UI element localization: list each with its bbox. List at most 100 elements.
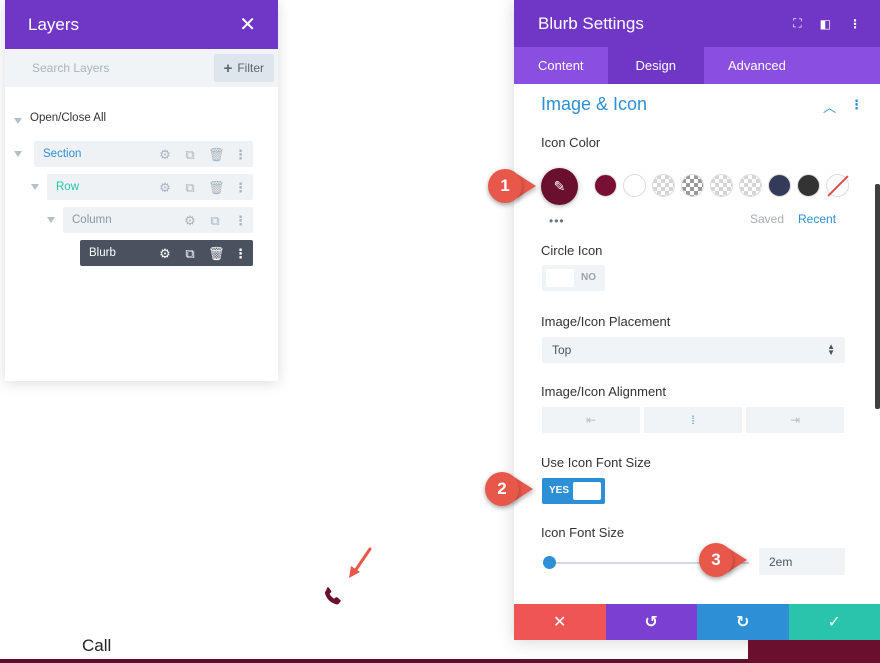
callout-1: 1 [488,169,536,203]
duplicate-icon[interactable]: ⧉ [183,247,197,260]
tab-advanced[interactable]: Advanced [704,47,810,84]
corner-block [748,640,880,663]
duplicate-icon[interactable]: ⧉ [183,148,197,161]
circle-icon-label: Circle Icon [541,243,603,258]
trash-icon[interactable]: 🗑 [208,181,225,194]
select-arrows-icon: ▲ ▼ [827,342,835,357]
use-font-size-toggle[interactable]: YES [542,478,605,504]
fullscreen-icon[interactable]: ⛶ [793,16,801,31]
tab-content[interactable]: Content [514,47,608,84]
save-button[interactable]: ✓ [788,604,880,640]
settings-title: Blurb Settings [538,13,644,33]
placement-label: Image/Icon Placement [541,314,671,329]
eyedropper-icon: ✎ [553,178,566,194]
settings-footer: ✕ ↺ ↻ ✓ [514,604,880,640]
more-icon[interactable]: ⋮ [850,97,863,116]
swatch-transparent[interactable] [739,174,762,197]
gear-icon[interactable]: ⚙ [158,148,172,161]
filter-button[interactable]: + Filter [213,54,274,82]
align-center-button[interactable]: ⁞ [644,407,742,433]
slider-handle[interactable] [543,556,556,569]
layer-label: Section [43,148,82,160]
caret-down-icon[interactable] [14,151,22,157]
gear-icon[interactable]: ⚙ [158,247,172,260]
trash-icon[interactable]: 🗑 [208,148,225,161]
color-picker-button[interactable]: ✎ [541,168,578,205]
toggle-knob [573,482,601,500]
layer-section[interactable]: Section ⚙ ⧉ 🗑 ⋮ [34,141,253,167]
gear-icon[interactable]: ⚙ [183,214,197,227]
swatch-black[interactable] [797,174,820,197]
more-icon[interactable]: ⋮ [233,148,247,161]
redo-button[interactable]: ↻ [697,604,789,640]
settings-tabs: Content Design Advanced [514,47,880,84]
swatch-none[interactable] [826,174,849,197]
filter-label: Filter [237,61,264,75]
callout-3: 3 [699,543,747,577]
sidebar-icon[interactable]: ◧ [820,17,831,31]
chevron-up-icon[interactable]: ︿ [823,97,836,116]
callout-number: 2 [485,472,519,506]
alignment-buttons: ⇤ ⁞ ⇥ [542,407,844,433]
swatch-transparent-dark[interactable] [681,174,704,197]
layer-column[interactable]: Column ⚙ ⧉ ⋮ [63,207,253,233]
swatch-maroon[interactable] [594,174,617,197]
layers-header: Layers ✕ [5,0,278,49]
swatch-transparent[interactable] [710,174,733,197]
align-right-button[interactable]: ⇥ [746,407,844,433]
toggle-state: YES [549,485,570,496]
swatch-white[interactable] [623,174,646,197]
align-left-button[interactable]: ⇤ [542,407,640,433]
callout-number: 1 [488,169,522,203]
font-size-input[interactable]: 2em [759,548,845,575]
caret-down-icon[interactable] [31,184,39,190]
layer-label: Row [56,181,80,193]
more-colors-icon[interactable]: ••• [549,214,565,228]
search-input[interactable]: Search Layers [32,61,109,75]
plus-icon: + [223,59,233,77]
alignment-label: Image/Icon Alignment [541,384,667,399]
duplicate-icon[interactable]: ⧉ [183,181,197,194]
toggle-knob [546,269,574,287]
more-icon[interactable]: ⋮ [233,247,247,260]
circle-icon-toggle[interactable]: NO [542,265,605,291]
swatch-transparent[interactable] [652,174,675,197]
section-title[interactable]: Image & Icon [541,94,647,115]
callout-2: 2 [485,472,533,506]
icon-color-label: Icon Color [541,135,601,150]
recent-tab[interactable]: Recent [798,212,836,226]
callout-number: 3 [699,543,733,577]
toggle-state: NO [581,272,596,283]
layer-row[interactable]: Row ⚙ ⧉ 🗑 ⋮ [47,174,253,200]
undo-button[interactable]: ↺ [605,604,697,640]
caret-down-icon[interactable] [47,217,55,223]
gear-icon[interactable]: ⚙ [158,181,172,194]
blurb-settings-panel: Blurb Settings ⛶ ◧ ⋮ Content Design Adva… [514,0,880,640]
more-icon[interactable]: ⋮ [233,214,247,227]
settings-header: Blurb Settings ⛶ ◧ ⋮ [514,0,880,47]
red-arrow-icon [349,547,372,578]
more-icon[interactable]: ⋮ [849,17,861,31]
discard-button[interactable]: ✕ [514,604,606,640]
blurb-title: Call [82,636,112,655]
close-icon[interactable]: ✕ [239,15,256,35]
color-swatches [594,174,849,197]
swatch-navy[interactable] [768,174,791,197]
layer-blurb[interactable]: Blurb ⚙ ⧉ 🗑 ⋮ [80,240,253,266]
settings-body: Image & Icon ︿ ⋮ Icon Color ✎ ••• Saved … [514,84,880,604]
placement-value: Top [552,343,572,357]
trash-icon[interactable]: 🗑 [208,247,225,260]
saved-tab[interactable]: Saved [750,212,784,226]
layers-search-bar: Search Layers + Filter [5,49,278,87]
caret-down-icon[interactable] [14,118,22,124]
layer-label: Blurb [89,247,116,259]
scrollbar[interactable] [875,184,880,409]
placement-select[interactable]: Top ▲ ▼ [542,337,845,363]
open-close-all[interactable]: Open/Close All [30,112,106,124]
tab-design[interactable]: Design [607,47,705,84]
duplicate-icon[interactable]: ⧉ [208,214,222,227]
font-size-label: Icon Font Size [541,525,625,540]
use-font-size-label: Use Icon Font Size [541,455,651,470]
more-icon[interactable]: ⋮ [233,181,247,194]
layer-label: Column [72,214,112,226]
